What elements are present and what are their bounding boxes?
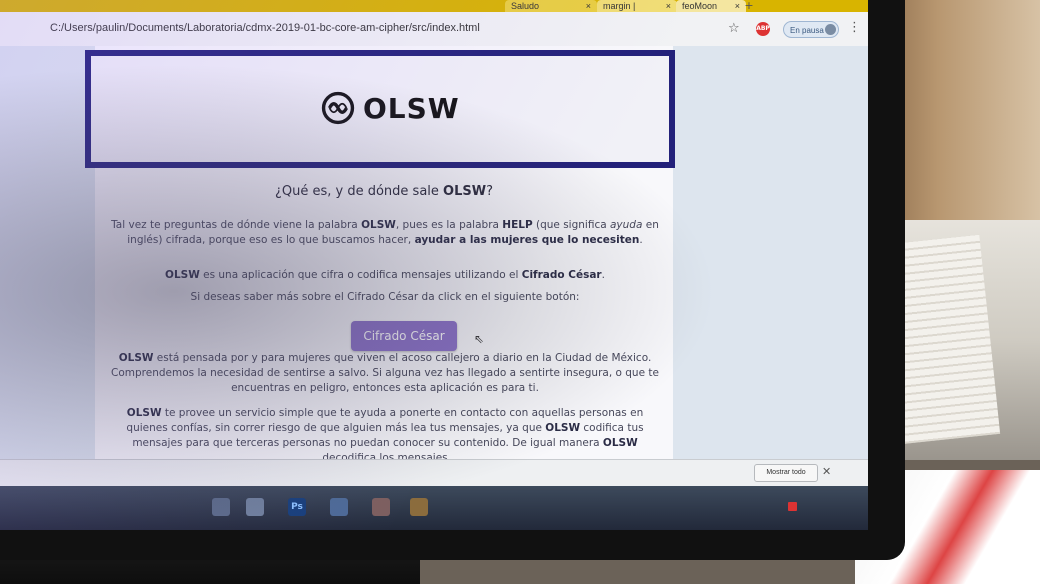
browser-tab[interactable]: margin | × (597, 0, 677, 12)
help-text: HELP (502, 219, 533, 231)
show-all-button[interactable]: Mostrar todo (754, 464, 818, 482)
purpose-paragraph: OLSW está pensada por y para mujeres que… (105, 351, 665, 396)
laptop-bezel: Saludo × margin | × feoMoon × + C:/Users/pa… (0, 0, 905, 560)
new-tab-icon[interactable]: + (742, 0, 756, 12)
address-bar[interactable]: C:/Users/paulin/Documents/Laboratoria/cd… (50, 16, 740, 40)
browser-tab[interactable]: feoMoon × (676, 0, 746, 12)
browser-toolbar: C:/Users/paulin/Documents/Laboratoria/cd… (0, 12, 868, 47)
taskbar-app-icon[interactable] (212, 498, 230, 516)
browser-tab-strip: Saludo × margin | × feoMoon × + (0, 0, 868, 12)
page-viewport: OLSW ¿Qué es, y de dónde sale OLSW? Tal … (0, 46, 868, 466)
brand-text: OLSW (165, 269, 200, 281)
download-bar: Mostrar todo ✕ (0, 459, 868, 486)
text: Tal vez te preguntas de dónde viene la p… (111, 219, 362, 231)
taskbar-app-icon[interactable] (330, 498, 348, 516)
star-icon[interactable]: ☆ (728, 21, 740, 36)
windows-taskbar: Ps (0, 486, 868, 530)
close-icon[interactable]: ✕ (822, 465, 831, 478)
extension-badge[interactable]: ABP (756, 22, 770, 36)
text: es una aplicación que cifra o codifica m… (199, 269, 522, 281)
header-banner: OLSW (85, 50, 675, 168)
menu-kebab-icon[interactable]: ⋮ (848, 20, 861, 35)
section-title-prefix: ¿Qué es, y de dónde sale (274, 184, 444, 199)
cesar-text: Cifrado César (521, 269, 602, 281)
text: está pensada por y para mujeres que vive… (111, 352, 659, 394)
taskbar-app-icon[interactable] (410, 498, 428, 516)
system-tray[interactable] (788, 500, 828, 514)
description-paragraph: OLSW es una aplicación que cifra o codif… (105, 268, 665, 283)
text: , pues es la palabra (395, 219, 503, 231)
close-icon[interactable]: × (586, 0, 591, 12)
browser-tab[interactable]: Saludo × (505, 0, 597, 12)
brand-text: OLSW (602, 437, 638, 449)
section-title-brand: OLSW (443, 184, 487, 199)
text: . (639, 234, 643, 246)
cta-prompt: Si deseas saber más sobre el Cifrado Cés… (190, 291, 580, 303)
brand-text: OLSW (126, 407, 162, 419)
close-icon[interactable]: × (666, 0, 671, 12)
close-icon[interactable]: × (735, 0, 740, 12)
tab-label: margin | (603, 1, 636, 11)
tab-label: feoMoon (682, 1, 718, 11)
text: (que significa (532, 219, 610, 231)
profile-button[interactable]: En pausa (783, 21, 839, 38)
brand-text: OLSW (361, 219, 396, 231)
ayuda-text: ayuda (610, 219, 643, 231)
olsw-logo-icon (321, 91, 355, 125)
intro-paragraph: Tal vez te preguntas de dónde viene la p… (105, 218, 665, 248)
section-title: ¿Qué es, y de dónde sale OLSW? (95, 184, 673, 199)
flag-icon (788, 502, 797, 511)
text: . (601, 269, 605, 281)
brand-text: OLSW (545, 422, 581, 434)
logo: OLSW (321, 90, 460, 126)
logo-text: OLSW (363, 91, 460, 125)
taskbar-app-icon[interactable] (372, 498, 390, 516)
mouse-cursor-icon: ⇖ (474, 332, 485, 346)
tab-label: Saludo (511, 1, 540, 11)
avatar-icon (825, 24, 836, 35)
highlight-text: ayudar a las mujeres que lo necesiten (414, 234, 640, 246)
profile-button-label: En pausa (790, 26, 824, 35)
section-title-suffix: ? (486, 184, 493, 199)
brand-text: OLSW (118, 352, 154, 364)
service-paragraph: OLSW te provee un servicio simple que te… (105, 406, 665, 466)
taskbar-app-icon[interactable] (246, 498, 264, 516)
laptop-screen: Saludo × margin | × feoMoon × + C:/Users/pa… (0, 0, 868, 530)
photoshop-icon[interactable]: Ps (288, 498, 306, 516)
cifrado-cesar-button[interactable]: Cifrado César (351, 321, 457, 351)
